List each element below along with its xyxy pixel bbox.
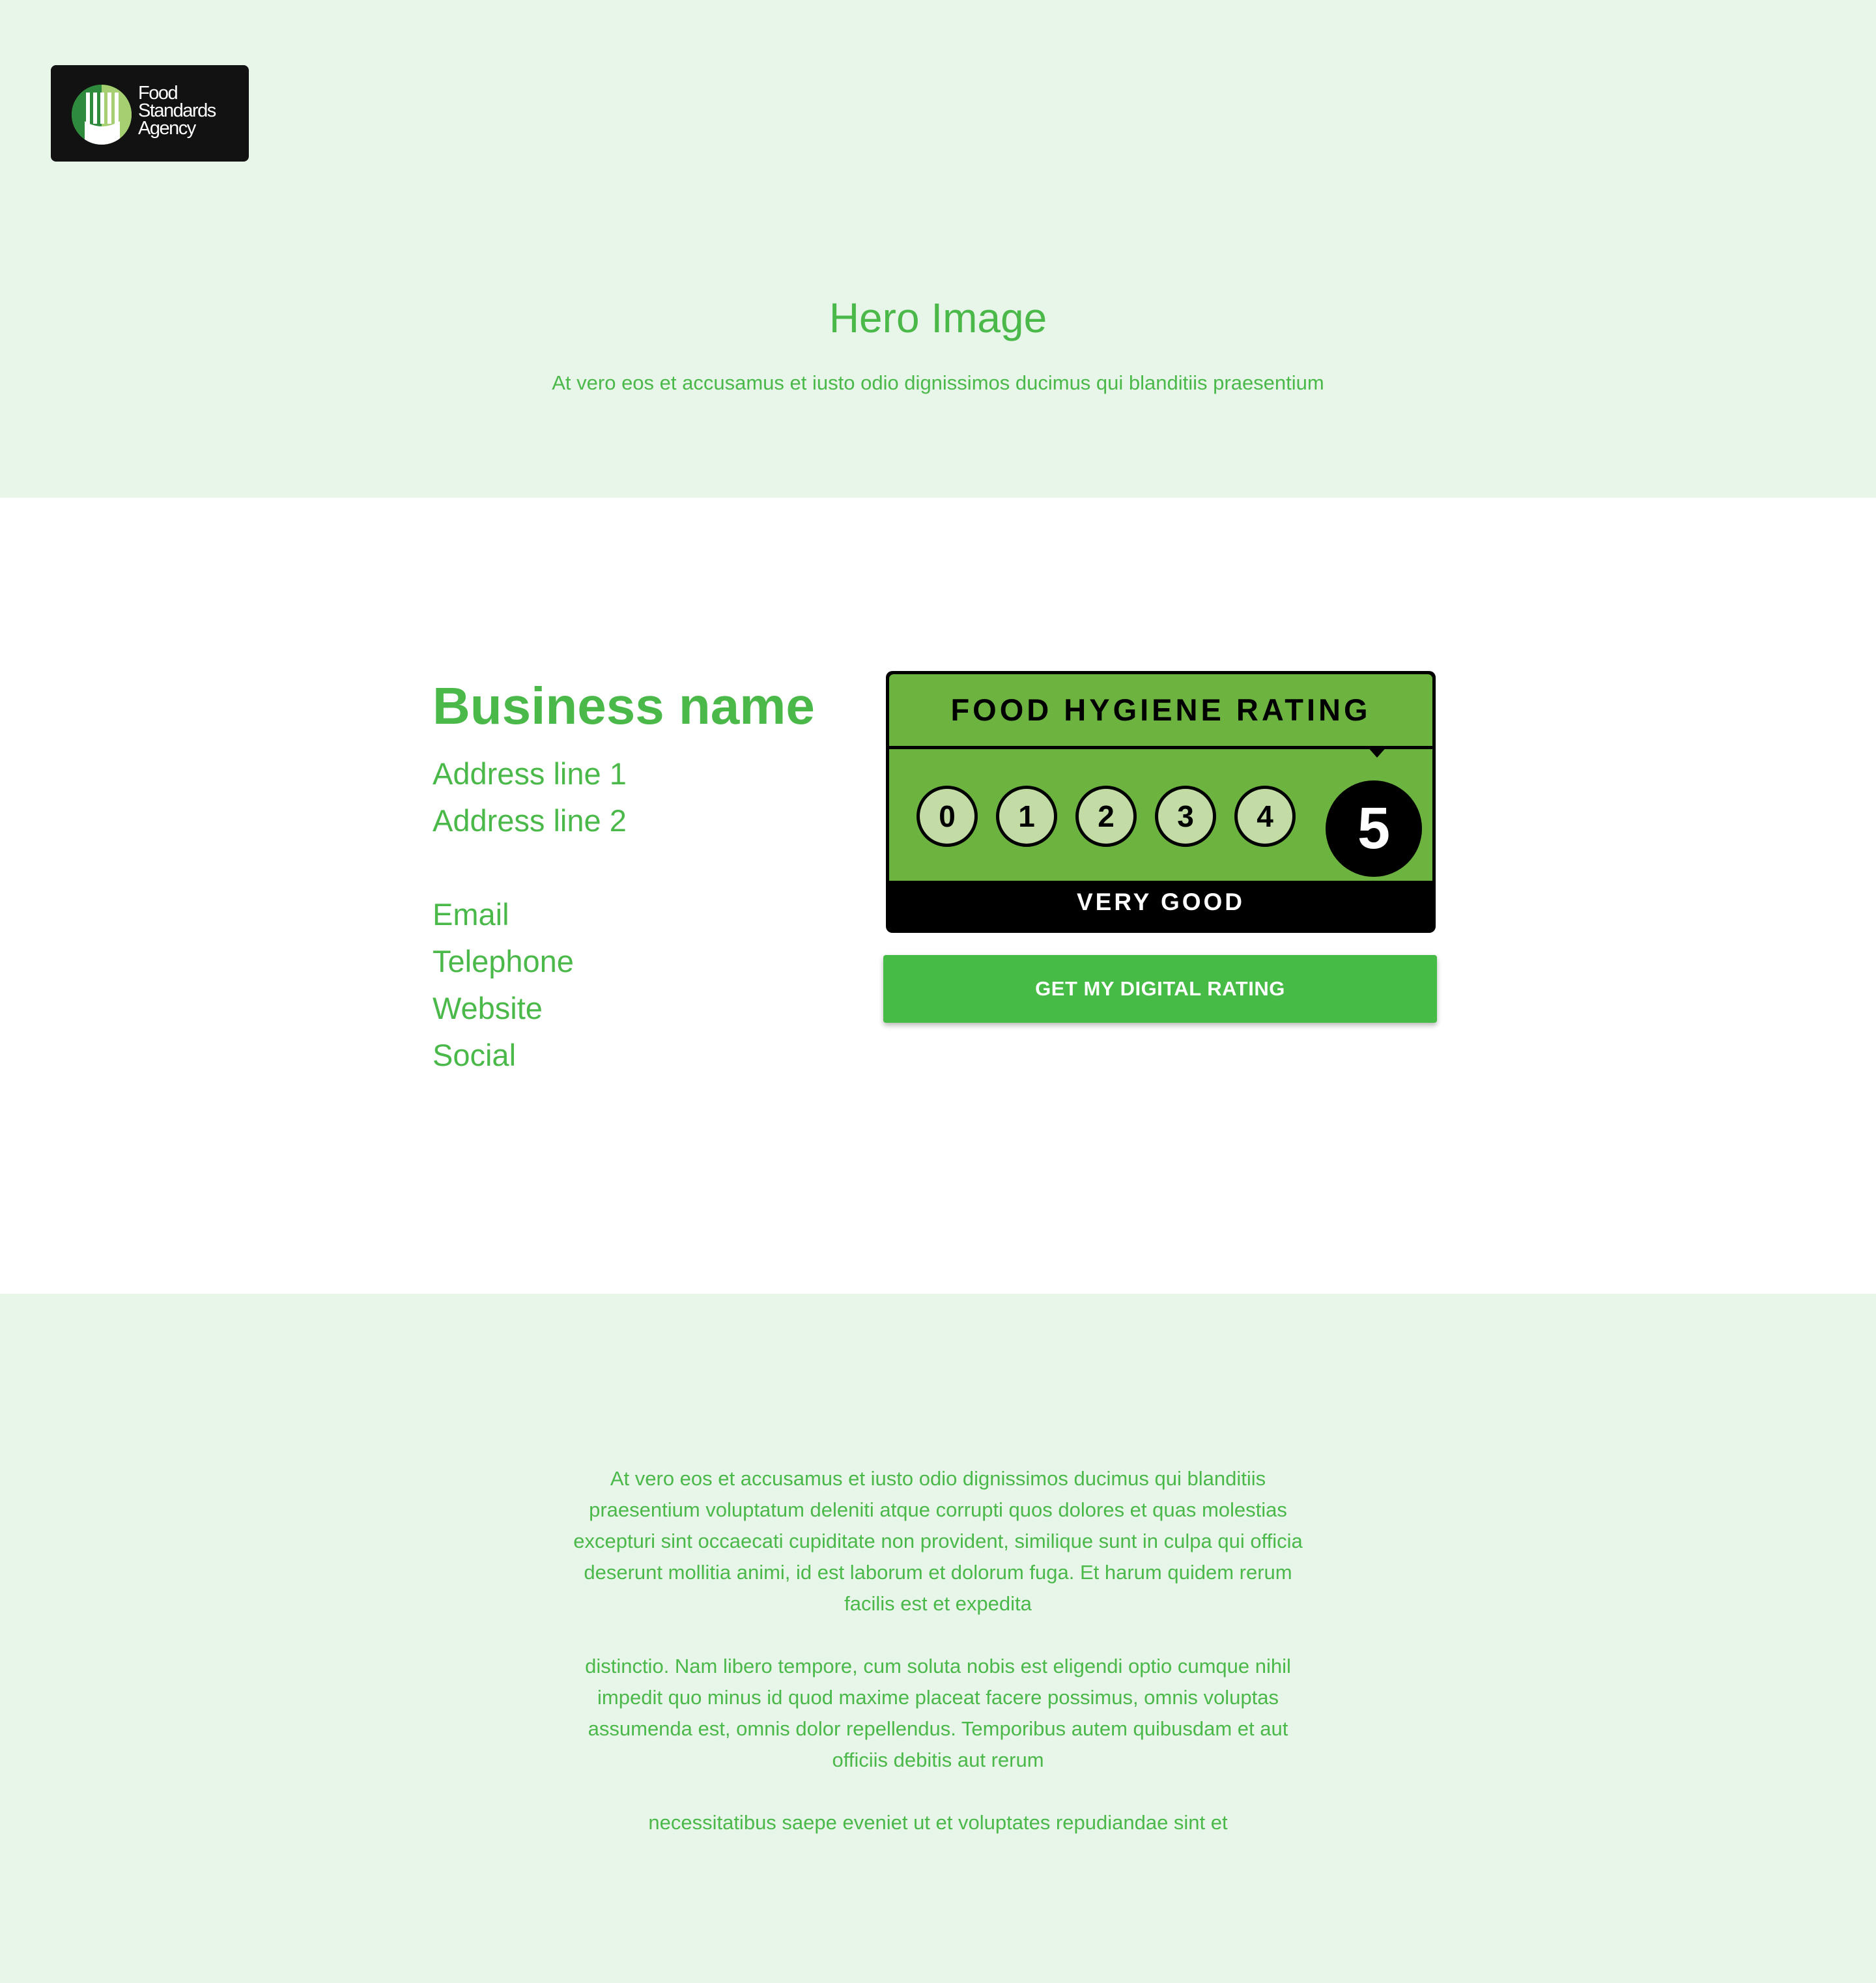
logo-text-line-3: Agency xyxy=(138,118,196,139)
telephone-link[interactable]: Telephone xyxy=(433,938,836,985)
business-name: Business name xyxy=(433,677,815,735)
logo-text-line-1: Food xyxy=(138,83,178,104)
get-digital-rating-button[interactable]: GET MY DIGITAL RATING xyxy=(883,955,1437,1023)
rating-circle-2: 2 xyxy=(1075,786,1137,847)
badge-title: FOOD HYGIENE RATING xyxy=(889,674,1432,746)
rating-circle-1: 1 xyxy=(996,786,1057,847)
footer-paragraph-3: necessitatibus saepe eveniet ut et volup… xyxy=(648,1811,1228,1834)
rating-pointer-icon xyxy=(1367,746,1387,758)
rating-circle-3: 3 xyxy=(1155,786,1216,847)
footer-text: At vero eos et accusamus et iusto odio d… xyxy=(573,1463,1303,1870)
business-details: Business name Address line 1 Address lin… xyxy=(433,675,836,1079)
rating-label: VERY GOOD xyxy=(1076,889,1245,915)
social-link[interactable]: Social xyxy=(433,1032,836,1079)
logo-text-line-2: Standards xyxy=(138,100,216,121)
footer-paragraph-2: distinctio. Nam libero tempore, cum solu… xyxy=(585,1655,1291,1771)
address-line-2: Address line 2 xyxy=(433,803,627,838)
logo-text: Food Standards Agency xyxy=(138,83,216,139)
rating-circle-4: 4 xyxy=(1234,786,1296,847)
email-link[interactable]: Email xyxy=(433,891,836,938)
hero-subtitle: At vero eos et accusamus et iusto odio d… xyxy=(552,371,1324,394)
fork-icon xyxy=(72,85,132,145)
footer-paragraph-1: At vero eos et accusamus et iusto odio d… xyxy=(573,1467,1303,1615)
hero-title: Hero Image xyxy=(829,294,1047,341)
selected-rating-circle: 5 xyxy=(1326,780,1422,877)
food-hygiene-rating-badge: FOOD HYGIENE RATING 0 1 2 3 4 5 VERY GOO… xyxy=(886,671,1436,933)
hero-section: Food Standards Agency Hero Image At vero… xyxy=(0,0,1876,498)
rating-circle-0: 0 xyxy=(917,786,978,847)
address-line-1: Address line 1 xyxy=(433,756,627,791)
rating-scale: 0 1 2 3 4 5 xyxy=(889,746,1432,881)
website-link[interactable]: Website xyxy=(433,985,836,1032)
food-standards-agency-logo[interactable]: Food Standards Agency xyxy=(51,65,249,162)
